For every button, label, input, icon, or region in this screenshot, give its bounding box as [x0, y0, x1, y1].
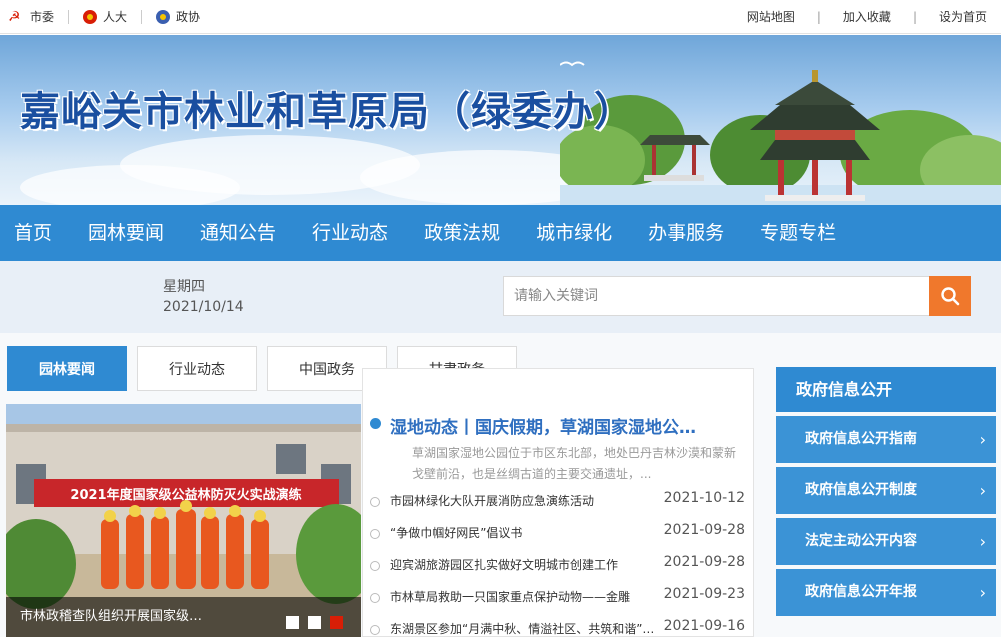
news-list: 市园林绿化大队开展消防应急演练活动 2021-10-12 “争做巾帼好网民”倡议…: [368, 490, 748, 637]
chevron-right-icon: ›: [979, 481, 986, 500]
link-party-committee[interactable]: ☭ 市委: [8, 8, 54, 25]
cppcc-emblem-icon: [156, 9, 171, 24]
link-label: 政协: [176, 10, 201, 24]
top-left-links: ☭ 市委 人大 政协: [8, 8, 214, 25]
slider-dot-active[interactable]: [330, 616, 343, 629]
gov-info-sidebar: 政府信息公开 政府信息公开指南 › 政府信息公开制度 › 法定主动公开内容 › …: [776, 367, 996, 616]
news-title[interactable]: 市林草局救助一只国家重点保护动物——金雕: [390, 588, 666, 605]
set-homepage-link[interactable]: 设为首页: [931, 8, 995, 25]
sidebar-item-statutory-content[interactable]: 法定主动公开内容 ›: [776, 518, 996, 565]
divider: [68, 9, 70, 24]
nav-services[interactable]: 办事服务: [634, 205, 742, 261]
search-button[interactable]: [929, 276, 971, 316]
list-item[interactable]: “争做巾帼好网民”倡议书 2021-09-28: [368, 522, 748, 554]
weekday: 星期四: [163, 279, 205, 295]
list-bullet-icon: [370, 529, 380, 539]
slider-dot[interactable]: [286, 616, 299, 629]
nav-notices[interactable]: 通知公告: [186, 205, 294, 261]
sidebar-item-label: 政府信息公开指南: [805, 431, 917, 447]
news-title[interactable]: 迎宾湖旅游园区扎实做好文明城市创建工作: [390, 556, 666, 573]
headline-title[interactable]: 湿地动态丨国庆假期，草湖国家湿地公…: [390, 413, 696, 438]
site-title: 嘉峪关市林业和草原局（绿委办）: [20, 88, 635, 135]
slider-dot[interactable]: [308, 616, 321, 629]
sidebar-item-label: 政府信息公开年报: [805, 584, 917, 600]
search-input[interactable]: [503, 276, 929, 316]
nav-policies[interactable]: 政策法规: [410, 205, 518, 261]
link-label: 人大: [103, 10, 128, 24]
nav-home[interactable]: 首页: [0, 205, 70, 261]
list-item[interactable]: 市林草局救助一只国家重点保护动物——金雕 2021-09-23: [368, 586, 748, 618]
news-title[interactable]: 东湖景区参加“月满中秋、情溢社区、共筑和谐”…: [390, 620, 666, 637]
chevron-right-icon: ›: [979, 532, 986, 551]
list-bullet-icon: [370, 625, 380, 635]
cloud-decoration: [20, 165, 240, 205]
nav-industry-news[interactable]: 行业动态: [298, 205, 406, 261]
date: 2021/10/14: [163, 299, 244, 315]
separator: |: [912, 9, 917, 24]
sidebar-item-system[interactable]: 政府信息公开制度 ›: [776, 467, 996, 514]
link-label: 市委: [30, 10, 55, 24]
chevron-right-icon: ›: [979, 583, 986, 602]
site-map-link[interactable]: 网站地图: [739, 8, 803, 25]
main-nav: 首页 园林要闻 通知公告 行业动态 政策法规 城市绿化 办事服务 专题专栏: [0, 205, 1001, 261]
sidebar-item-annual-report[interactable]: 政府信息公开年报 ›: [776, 569, 996, 616]
list-item[interactable]: 东湖景区参加“月满中秋、情溢社区、共筑和谐”… 2021-09-16: [368, 618, 748, 637]
header-banner: 嘉峪关市林业和草原局（绿委办）: [0, 35, 1001, 205]
sidebar-header: 政府信息公开: [776, 367, 996, 412]
list-bullet-icon: [370, 497, 380, 507]
tab-garden-news[interactable]: 园林要闻: [7, 346, 127, 391]
separator: |: [816, 9, 821, 24]
list-item[interactable]: 迎宾湖旅游园区扎实做好文明城市创建工作 2021-09-28: [368, 554, 748, 586]
slider-dots: [277, 616, 343, 629]
news-date: 2021-09-23: [663, 586, 745, 602]
info-bar: 星期四 2021/10/14: [0, 261, 1001, 333]
sidebar-item-label: 政府信息公开制度: [805, 482, 917, 498]
national-emblem-icon: [83, 9, 98, 24]
nav-urban-greening[interactable]: 城市绿化: [522, 205, 630, 261]
sidebar-item-guide[interactable]: 政府信息公开指南 ›: [776, 416, 996, 463]
news-date: 2021-10-12: [663, 490, 745, 506]
nav-garden-news[interactable]: 园林要闻: [74, 205, 182, 261]
chevron-right-icon: ›: [979, 430, 986, 449]
headline-summary: 草湖国家湿地公园位于市区东北部，地处巴丹吉林沙漠和蒙新戈壁前沿，也是丝绸古道的主…: [412, 446, 737, 481]
news-date: 2021-09-28: [663, 554, 745, 570]
nav-special-topics[interactable]: 专题专栏: [746, 205, 854, 261]
top-bar: ☭ 市委 人大 政协 网站地图 | 加入收藏 | 设为首页: [0, 0, 1001, 34]
list-bullet-icon: [370, 561, 380, 571]
divider: [141, 9, 143, 24]
news-date: 2021-09-28: [663, 522, 745, 538]
top-right-links: 网站地图 | 加入收藏 | 设为首页: [739, 8, 995, 25]
sidebar-item-label: 法定主动公开内容: [805, 533, 917, 549]
tab-industry-news[interactable]: 行业动态: [137, 346, 257, 391]
search-box: [503, 276, 971, 316]
date-display: 星期四 2021/10/14: [163, 277, 244, 317]
list-bullet-icon: [370, 593, 380, 603]
main-content: 园林要闻 行业动态 中国政务 甘肃政务 2021年度国家级公益林防灭火实战演练: [0, 333, 1001, 637]
search-icon: [941, 287, 960, 306]
add-favorite-link[interactable]: 加入收藏: [835, 8, 899, 25]
link-cppcc[interactable]: 政协: [156, 8, 200, 25]
news-title[interactable]: 市园林绿化大队开展消防应急演练活动: [390, 492, 666, 509]
headline-bullet-icon: [370, 418, 381, 429]
news-date: 2021-09-16: [663, 618, 745, 634]
news-title[interactable]: “争做巾帼好网民”倡议书: [390, 524, 666, 541]
list-item[interactable]: 市园林绿化大队开展消防应急演练活动 2021-10-12: [368, 490, 748, 522]
party-emblem-icon: ☭: [8, 8, 21, 25]
link-peoples-congress[interactable]: 人大: [83, 8, 127, 25]
image-slider[interactable]: 2021年度国家级公益林防灭火实战演练 市林政稽查队组织开展国家级…: [6, 404, 361, 637]
